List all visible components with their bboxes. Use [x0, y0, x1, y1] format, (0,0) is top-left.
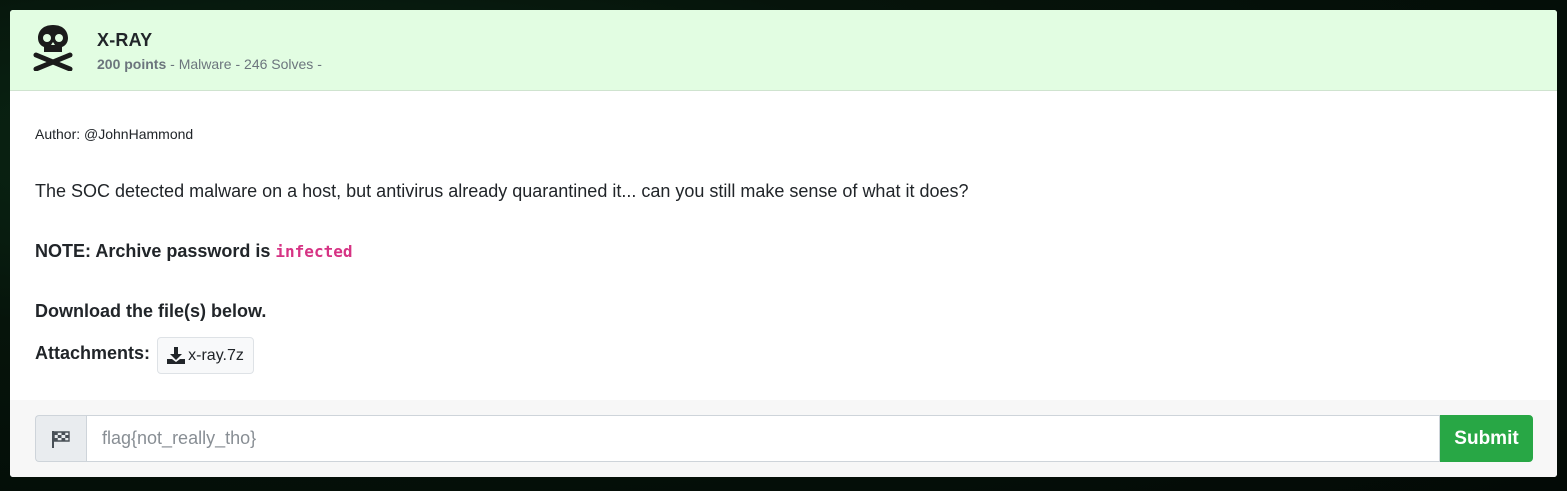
attachment-filename: x-ray.7z: [188, 346, 244, 364]
password-note-label: NOTE: Archive password is: [35, 241, 276, 261]
challenge-category-solves: - Malware - 246 Solves -: [166, 56, 322, 72]
challenge-description: The SOC detected malware on a host, but …: [35, 181, 969, 201]
skull-crossbones-icon: [33, 25, 73, 71]
challenge-meta: 200 points - Malware - 246 Solves -: [97, 56, 322, 72]
flag-addon: [35, 415, 86, 462]
download-instructions: Download the file(s) below.: [35, 301, 267, 321]
checkered-flag-icon: [52, 430, 70, 448]
flag-input[interactable]: [86, 415, 1440, 462]
challenge-header: X-RAY 200 points - Malware - 246 Solves …: [10, 10, 1557, 91]
submit-button[interactable]: Submit: [1440, 415, 1533, 462]
password-note: NOTE: Archive password is infected: [35, 241, 352, 262]
flag-submission-bar: Submit: [10, 400, 1557, 477]
challenge-title: X-RAY: [97, 30, 153, 50]
flag-input-group: Submit: [35, 415, 1533, 462]
attachments-label: Attachments:: [35, 343, 151, 363]
attachment-download-button[interactable]: x-ray.7z: [157, 337, 254, 374]
challenge-points: 200 points: [97, 56, 167, 72]
archive-password: infected: [275, 242, 353, 261]
challenge-author: Author: @JohnHammond: [35, 126, 194, 142]
challenge-card: X-RAY 200 points - Malware - 246 Solves …: [10, 10, 1557, 477]
download-icon: [167, 347, 186, 364]
